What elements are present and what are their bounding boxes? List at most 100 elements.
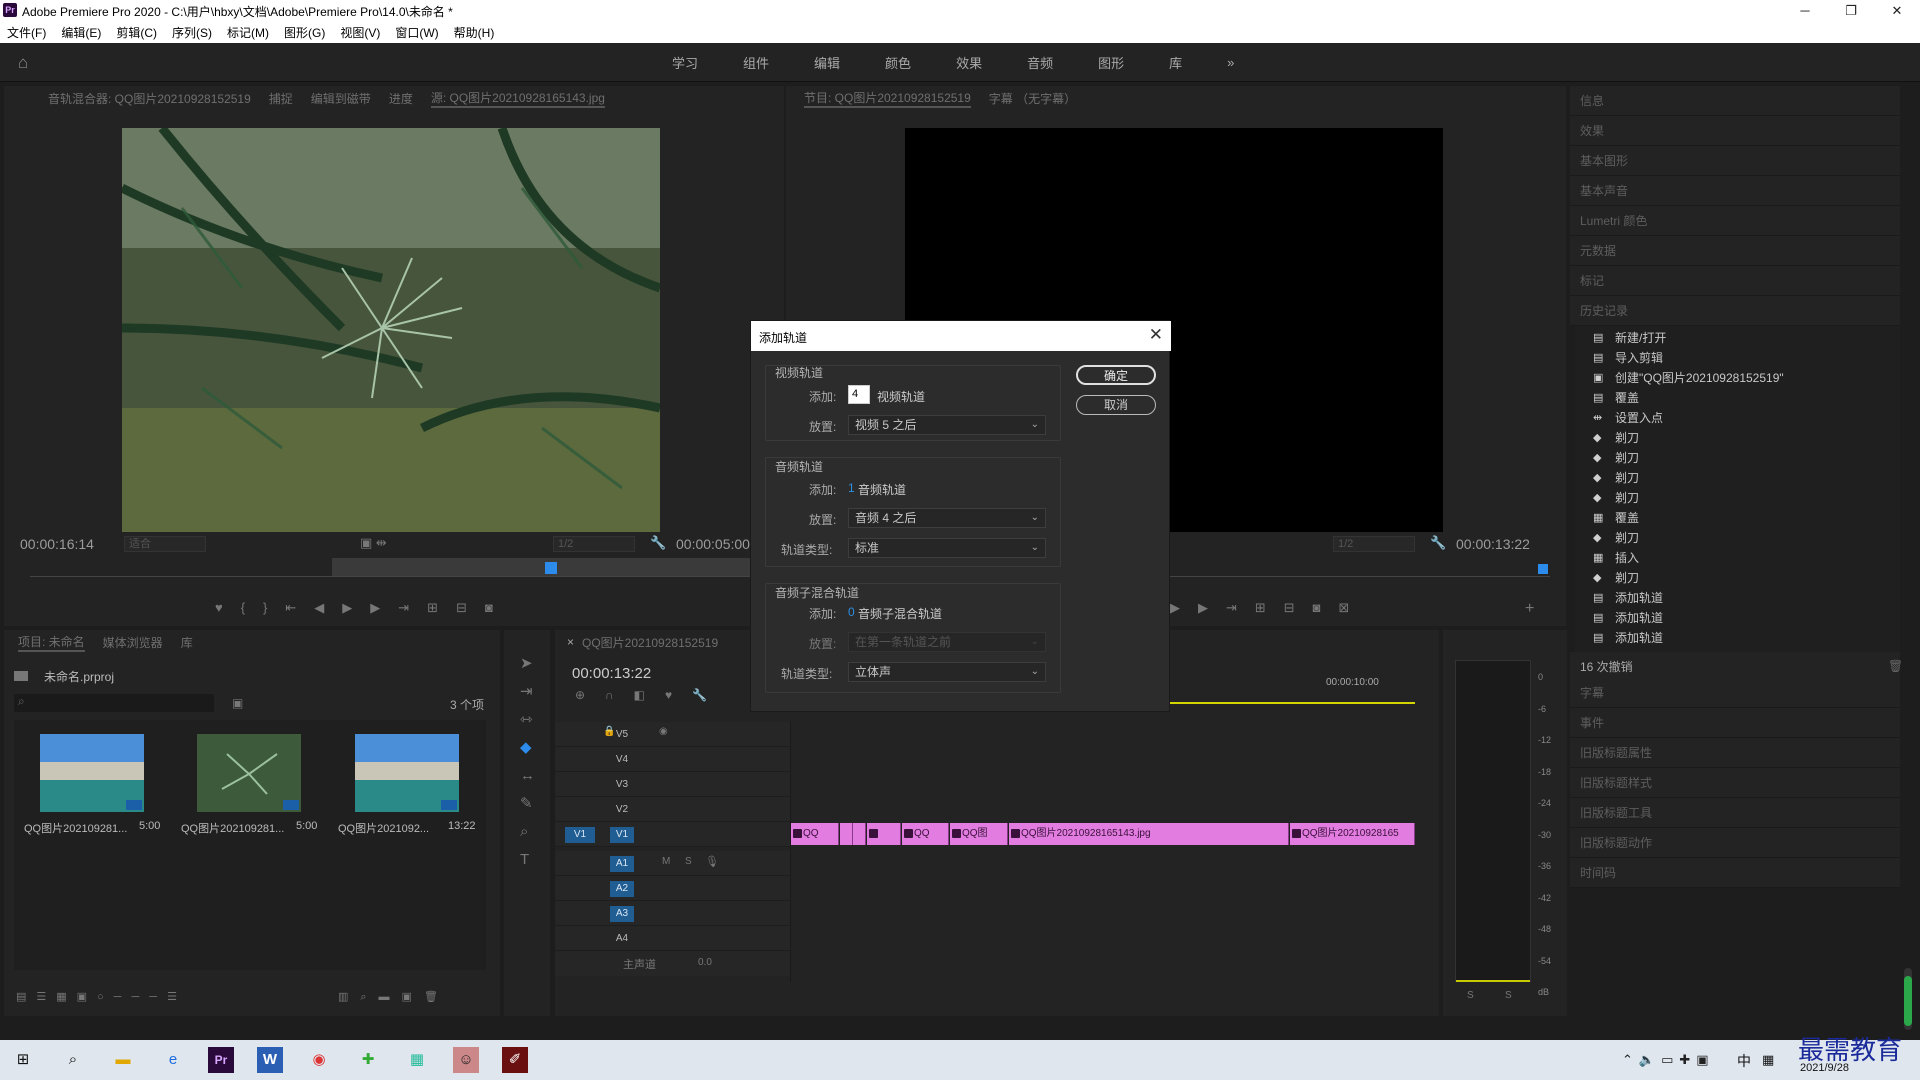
- timeline-clip[interactable]: [853, 823, 866, 845]
- timeline-clip[interactable]: QQ图片20210928165: [1290, 823, 1415, 845]
- tool-icons[interactable]: ➤ ⇥ ⇿ ◆ ↔ ✎ ⌕ T: [520, 650, 535, 874]
- source-playhead[interactable]: [545, 562, 557, 574]
- history-item[interactable]: ▤ 添加轨道: [1575, 588, 1900, 608]
- word-icon[interactable]: W: [257, 1047, 283, 1073]
- panel-markers[interactable]: 标记: [1570, 266, 1900, 296]
- panel-metadata[interactable]: 元数据: [1570, 236, 1900, 266]
- panel-captions[interactable]: 字幕: [1570, 678, 1900, 708]
- ok-button[interactable]: 确定: [1076, 365, 1156, 385]
- history-delete-icon[interactable]: 🗑: [1888, 659, 1903, 673]
- mic-icon[interactable]: 🎙: [705, 855, 719, 868]
- menu-view[interactable]: 视图(V): [340, 24, 380, 41]
- ws-libraries[interactable]: 库: [1169, 53, 1182, 72]
- menu-window[interactable]: 窗口(W): [395, 24, 438, 41]
- menu-file[interactable]: 文件(F): [7, 24, 46, 41]
- solo-button[interactable]: S: [685, 856, 692, 867]
- video-place-dropdown[interactable]: 视频 5 之后 ⌄: [848, 415, 1046, 435]
- history-item[interactable]: ▣ 创建"QQ图片20210928152519": [1575, 368, 1900, 388]
- app-red-icon[interactable]: ✐: [502, 1047, 528, 1073]
- timeline-tools[interactable]: ⊕∩◧♥🔧: [575, 688, 727, 702]
- close-button[interactable]: ✕: [1874, 0, 1920, 22]
- panel-timecode[interactable]: 时间码: [1570, 858, 1900, 888]
- timeline-track-area[interactable]: [790, 722, 1415, 982]
- source-resolution-dropdown[interactable]: 1/2: [553, 536, 635, 552]
- system-tray-icons[interactable]: ⌃🔈▭✚▣: [1622, 1052, 1715, 1068]
- panel-lumetri-color[interactable]: Lumetri 颜色: [1570, 206, 1900, 236]
- track-label-a2[interactable]: A2: [610, 881, 634, 897]
- app-green-icon[interactable]: ✚: [355, 1047, 381, 1073]
- home-icon[interactable]: ⌂: [18, 53, 38, 72]
- panel-essential-graphics[interactable]: 基本图形: [1570, 146, 1900, 176]
- tab-capture[interactable]: 捕捉: [269, 90, 293, 107]
- menu-edit[interactable]: 编辑(E): [61, 24, 101, 41]
- ws-graphics[interactable]: 图形: [1098, 53, 1124, 72]
- ws-more-button[interactable]: »: [1227, 55, 1234, 70]
- track-label-a1[interactable]: A1: [610, 856, 634, 872]
- timeline-clip[interactable]: QQ图: [950, 823, 1008, 845]
- panel-legacy-title-tools[interactable]: 旧版标题工具: [1570, 798, 1900, 828]
- panel-legacy-title-properties[interactable]: 旧版标题属性: [1570, 738, 1900, 768]
- track-label-v3[interactable]: V3: [610, 777, 634, 793]
- panel-legacy-title-styles[interactable]: 旧版标题样式: [1570, 768, 1900, 798]
- tab-program[interactable]: 节目: QQ图片20210928152519: [804, 89, 971, 108]
- history-item[interactable]: ◆ 剃刀: [1575, 448, 1900, 468]
- chrome-icon[interactable]: ◉: [306, 1047, 332, 1073]
- program-add-button[interactable]: +: [1525, 600, 1534, 618]
- timeline-clip[interactable]: QQ: [791, 823, 839, 845]
- menu-marker[interactable]: 标记(M): [227, 24, 269, 41]
- keyboard-icon[interactable]: ▦: [1762, 1052, 1774, 1068]
- track-label-a3[interactable]: A3: [610, 906, 634, 922]
- ime-indicator[interactable]: 中: [1737, 1051, 1751, 1071]
- track-label-v4[interactable]: V4: [610, 752, 634, 768]
- project-thumbnail-1[interactable]: [40, 734, 144, 812]
- ws-learn[interactable]: 学习: [672, 53, 698, 72]
- history-item[interactable]: ▤ 新建/打开: [1575, 328, 1900, 348]
- timeline-work-area-bar[interactable]: [1170, 702, 1415, 704]
- new-bin-icon[interactable]: ▣: [232, 696, 243, 710]
- timeline-clip[interactable]: QQ图片20210928165143.jpg: [1009, 823, 1289, 845]
- tab-source[interactable]: 源: QQ图片20210928165143.jpg: [430, 89, 605, 108]
- history-item[interactable]: ▤ 覆盖: [1575, 388, 1900, 408]
- history-item[interactable]: ⇹ 设置入点: [1575, 408, 1900, 428]
- panel-legacy-title-actions[interactable]: 旧版标题动作: [1570, 828, 1900, 858]
- panel-essential-sound[interactable]: 基本声音: [1570, 176, 1900, 206]
- maximize-button[interactable]: ❐: [1828, 0, 1874, 22]
- project-search-input[interactable]: ⌕: [14, 694, 214, 712]
- history-item[interactable]: ◆ 剃刀: [1575, 528, 1900, 548]
- source-patch-v1[interactable]: V1: [565, 827, 595, 843]
- track-label-v1[interactable]: V1: [610, 827, 634, 843]
- cancel-button[interactable]: 取消: [1076, 395, 1156, 415]
- project-view-controls[interactable]: ▤☰▦▣○───☰: [16, 990, 187, 1003]
- source-settings-icon[interactable]: ▣ ⇹: [360, 535, 387, 551]
- history-item[interactable]: ▦ 覆盖: [1575, 508, 1900, 528]
- program-playhead[interactable]: [1538, 564, 1548, 574]
- ws-assembly[interactable]: 组件: [743, 53, 769, 72]
- project-bottom-tools[interactable]: ▥⌕▬▣🗑: [338, 990, 450, 1004]
- scrollbar[interactable]: [1904, 968, 1912, 1030]
- history-item[interactable]: ▤ 添加轨道: [1575, 608, 1900, 628]
- app-colorful-icon[interactable]: ▦: [404, 1047, 430, 1073]
- menu-sequence[interactable]: 序列(S): [172, 24, 212, 41]
- video-add-count-input[interactable]: 4: [848, 385, 870, 404]
- timeline-timecode[interactable]: 00:00:13:22: [572, 665, 651, 682]
- ws-color[interactable]: 颜色: [885, 53, 911, 72]
- history-item[interactable]: ◆ 剃刀: [1575, 488, 1900, 508]
- app-avatar-icon[interactable]: ☺: [453, 1047, 479, 1073]
- menu-graphics[interactable]: 图形(G): [284, 24, 325, 41]
- history-item[interactable]: ◆ 剃刀: [1575, 468, 1900, 488]
- tab-sequence[interactable]: QQ图片20210928152519: [582, 634, 718, 651]
- minimize-button[interactable]: ─: [1782, 0, 1828, 22]
- premiere-taskbar-icon[interactable]: Pr: [208, 1047, 234, 1073]
- track-label-a4[interactable]: A4: [610, 931, 634, 947]
- timeline-clip[interactable]: [840, 823, 853, 845]
- meter-solo-right[interactable]: S: [1505, 990, 1512, 1001]
- history-item[interactable]: ▤ 导入剪辑: [1575, 348, 1900, 368]
- tab-edit-to-tape[interactable]: 编辑到磁带: [311, 90, 371, 107]
- meter-solo-left[interactable]: S: [1467, 990, 1474, 1001]
- program-resolution-dropdown[interactable]: 1/2: [1333, 536, 1415, 552]
- audio-type-dropdown[interactable]: 标准 ⌄: [848, 538, 1046, 558]
- search-icon[interactable]: ⌕: [60, 1047, 86, 1073]
- menu-help[interactable]: 帮助(H): [454, 24, 495, 41]
- edge-icon[interactable]: e: [160, 1047, 186, 1073]
- panel-effects[interactable]: 效果: [1570, 116, 1900, 146]
